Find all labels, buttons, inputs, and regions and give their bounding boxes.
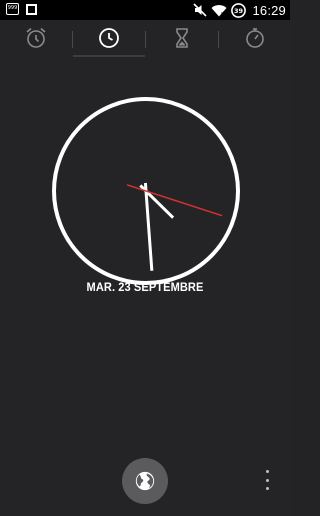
status-time: 16:29 <box>252 2 286 18</box>
clock-icon <box>99 28 119 48</box>
overflow-menu-button[interactable] <box>261 470 273 490</box>
wifi-icon <box>211 4 227 17</box>
tab-stopwatch[interactable] <box>219 20 290 56</box>
tab-alarm[interactable] <box>0 20 72 56</box>
analog-clock <box>50 96 242 288</box>
battery-level-text: 39 <box>234 7 244 15</box>
alarm-clock-icon <box>26 27 46 48</box>
date-label: MAR. 23 SEPTEMBRE <box>86 280 204 294</box>
second-hand <box>126 184 223 217</box>
mute-icon <box>193 3 208 17</box>
notification-999-icon: 999 <box>6 3 19 15</box>
more-vert-icon-dot <box>265 478 269 482</box>
clock-app-screen: 999 39 16:29 MAR. 23 SEPTEMBRE <box>0 0 290 516</box>
status-right-icons: 39 16:29 <box>193 2 286 18</box>
square-icon <box>26 3 37 15</box>
stopwatch-icon <box>246 28 264 48</box>
tab-clock[interactable] <box>73 20 145 56</box>
tab-bar <box>0 20 290 58</box>
analog-clock-face <box>52 97 240 285</box>
battery-icon: 39 <box>231 2 247 18</box>
status-left-icons: 999 <box>6 3 37 15</box>
selected-tab-indicator <box>73 55 145 57</box>
world-clock-button[interactable] <box>122 458 168 504</box>
status-bar: 999 39 16:29 <box>0 0 290 20</box>
more-vert-icon-dot <box>265 470 269 473</box>
tab-timer[interactable] <box>146 20 218 56</box>
hourglass-icon <box>176 28 188 48</box>
globe-icon <box>135 471 155 491</box>
more-vert-icon-dot <box>265 487 269 490</box>
